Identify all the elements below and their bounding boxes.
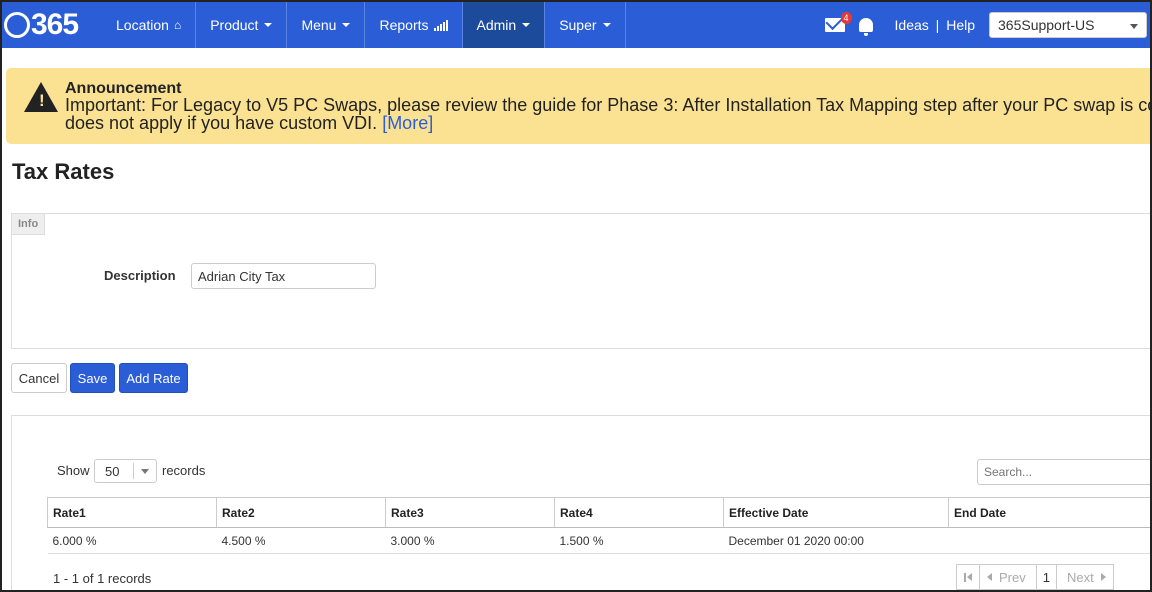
nav-admin[interactable]: Admin bbox=[462, 2, 546, 48]
mail-icon[interactable]: 4 bbox=[824, 12, 852, 32]
table-cell bbox=[948, 527, 1150, 554]
notification-badge: 4 bbox=[840, 12, 852, 24]
account-select[interactable]: 365Support-US bbox=[989, 12, 1147, 38]
nav-location[interactable]: Location ⌂ bbox=[102, 2, 197, 48]
ideas-link[interactable]: Ideas bbox=[895, 17, 929, 33]
announcement-body: Important: For Legacy to V5 PC Swaps, pl… bbox=[65, 95, 1152, 133]
prev-label: Prev bbox=[999, 569, 1026, 585]
warning-icon-mark: ! bbox=[39, 91, 45, 110]
nav-super-label: Super bbox=[559, 17, 597, 33]
chevron-down-icon bbox=[141, 469, 149, 474]
account-select-value: 365Support-US bbox=[998, 17, 1095, 33]
column-header-rate2[interactable]: Rate2 bbox=[216, 497, 386, 528]
nav-reports[interactable]: Reports bbox=[365, 2, 463, 48]
announcement-banner: ! Announcement Important: For Legacy to … bbox=[6, 68, 1152, 144]
caret-down-icon bbox=[342, 23, 351, 27]
nav-menu-label: Menu bbox=[301, 17, 337, 33]
first-page-button[interactable] bbox=[956, 564, 980, 590]
page-title: Tax Rates bbox=[12, 159, 115, 184]
column-header-rate4[interactable]: Rate4 bbox=[554, 497, 724, 528]
column-header-end-date[interactable]: End Date bbox=[948, 497, 1150, 528]
nav-menu[interactable]: Menu bbox=[287, 2, 366, 48]
description-input[interactable] bbox=[191, 263, 376, 289]
add-rate-button[interactable]: Add Rate bbox=[119, 363, 188, 393]
caret-down-icon bbox=[264, 23, 273, 27]
next-label: Next bbox=[1066, 569, 1094, 585]
table-cell: 1.500 % bbox=[554, 527, 724, 554]
show-label: Show bbox=[57, 463, 90, 478]
next-page-button[interactable]: Next bbox=[1055, 564, 1114, 590]
search-input[interactable] bbox=[977, 459, 1150, 485]
info-panel: Info Description bbox=[11, 213, 1150, 349]
table-cell: 6.000 % bbox=[47, 527, 217, 554]
save-button[interactable]: Save bbox=[70, 363, 115, 393]
logo-ring-icon bbox=[4, 12, 30, 38]
records-info: 1 - 1 of 1 records bbox=[53, 571, 152, 586]
logo[interactable]: 365 bbox=[2, 2, 102, 48]
column-header-rate3[interactable]: Rate3 bbox=[385, 497, 555, 528]
table-header-row: Rate1 Rate2 Rate3 Rate4 Effective Date E… bbox=[47, 497, 1150, 528]
signal-bars-icon bbox=[433, 19, 448, 31]
nav-admin-label: Admin bbox=[476, 17, 517, 33]
page-length-select[interactable]: 50 bbox=[94, 459, 157, 483]
nav-reports-label: Reports bbox=[379, 17, 429, 33]
caret-down-icon bbox=[602, 23, 611, 27]
table-cell: 4.500 % bbox=[216, 527, 386, 554]
info-tag: Info bbox=[12, 214, 46, 235]
nav-super[interactable]: Super bbox=[545, 2, 626, 48]
top-navbar: 365 Location ⌂ Product Menu Reports Admi… bbox=[2, 2, 1150, 48]
page-number-button[interactable]: 1 bbox=[1035, 564, 1057, 590]
nav-separator: | bbox=[935, 17, 940, 33]
caret-down-icon bbox=[522, 23, 531, 27]
app-window: 365 Location ⌂ Product Menu Reports Admi… bbox=[0, 0, 1152, 592]
select-divider bbox=[133, 463, 134, 479]
help-link[interactable]: Help bbox=[946, 17, 975, 33]
pagination: Prev 1 Next bbox=[956, 564, 1114, 590]
page-length-value: 50 bbox=[105, 463, 120, 479]
records-label: records bbox=[162, 463, 206, 478]
nav-right-area: 4 Ideas | Help 365Support-US bbox=[824, 2, 1150, 48]
prev-page-button[interactable]: Prev bbox=[979, 564, 1037, 590]
home-icon: ⌂ bbox=[173, 18, 182, 32]
announcement-more-link[interactable]: [More] bbox=[382, 113, 433, 133]
column-header-rate1[interactable]: Rate1 bbox=[47, 497, 217, 528]
first-page-icon bbox=[964, 572, 972, 582]
rates-table: Rate1 Rate2 Rate3 Rate4 Effective Date E… bbox=[47, 497, 1150, 554]
nav-links: Ideas | Help bbox=[895, 17, 975, 33]
chevron-left-icon bbox=[987, 573, 992, 581]
cancel-button[interactable]: Cancel bbox=[11, 363, 67, 393]
chevron-down-icon bbox=[1130, 24, 1138, 29]
chevron-right-icon bbox=[1100, 573, 1106, 581]
nav-location-label: Location bbox=[116, 17, 169, 33]
nav-product[interactable]: Product bbox=[196, 2, 288, 48]
logo-text: 365 bbox=[31, 8, 79, 41]
description-label: Description bbox=[104, 268, 176, 283]
table-cell: December 01 2020 00:00 bbox=[723, 527, 949, 554]
table-row[interactable]: 6.000 % 4.500 % 3.000 % 1.500 % December… bbox=[47, 527, 1150, 554]
announcement-text: Important: For Legacy to V5 PC Swaps, pl… bbox=[65, 95, 1152, 133]
column-header-effective-date[interactable]: Effective Date bbox=[723, 497, 949, 528]
bell-icon[interactable] bbox=[858, 18, 873, 36]
nav-product-label: Product bbox=[210, 17, 259, 33]
table-cell: 3.000 % bbox=[385, 527, 555, 554]
